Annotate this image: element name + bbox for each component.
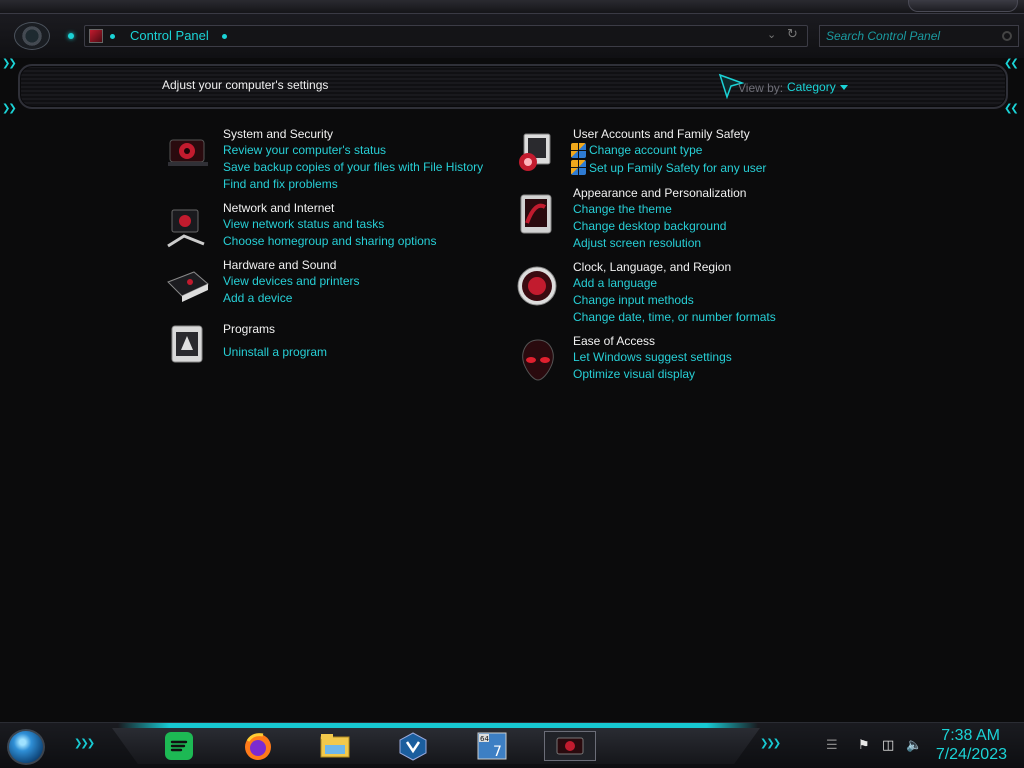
chevron-right-icon: ❯❯: [2, 58, 17, 69]
link-devices-printers[interactable]: View devices and printers: [223, 274, 360, 288]
category-title-network[interactable]: Network and Internet: [223, 201, 334, 215]
taskbar-chevron-icon: ❯❯❯: [760, 738, 781, 749]
link-network-status[interactable]: View network status and tasks: [223, 217, 384, 231]
badge-64: 64: [480, 735, 489, 743]
taskbar-chevron-icon: ❯❯❯: [74, 738, 95, 749]
link-desktop-background[interactable]: Change desktop background: [573, 219, 726, 233]
view-by-label: View by:: [738, 81, 784, 95]
control-panel-taskbar-button[interactable]: [544, 731, 596, 761]
address-row: Control Panel ⌄ ↻ Search Control Panel: [0, 14, 1024, 58]
ease-of-access-icon[interactable]: [516, 338, 560, 382]
link-file-history[interactable]: Save backup copies of your files with Fi…: [223, 160, 483, 174]
show-hidden-icons-icon[interactable]: ☰: [826, 738, 838, 753]
chevron-down-icon[interactable]: ⌄: [767, 28, 776, 41]
taskbar-center-plate: [112, 728, 760, 764]
category-title-programs[interactable]: Programs: [223, 322, 275, 336]
taskbar-glow: [118, 723, 758, 728]
caption-buttons[interactable]: [908, 0, 1018, 12]
file-explorer-icon[interactable]: [318, 731, 352, 761]
view-by-dropdown[interactable]: Category: [787, 80, 836, 94]
chevron-right-icon: ❯❯: [2, 103, 17, 114]
link-screen-resolution[interactable]: Adjust screen resolution: [573, 236, 701, 250]
back-forward-orb[interactable]: [14, 22, 50, 50]
badge-7: 7: [493, 744, 502, 760]
title-strip: [0, 0, 1024, 14]
link-change-account-type[interactable]: Change account type: [589, 143, 702, 157]
clock-region-icon[interactable]: [515, 264, 559, 308]
category-title-hardware[interactable]: Hardware and Sound: [223, 258, 336, 272]
caret-down-icon[interactable]: [840, 85, 848, 90]
link-input-methods[interactable]: Change input methods: [573, 293, 694, 307]
search-input[interactable]: Search Control Panel: [819, 25, 1019, 47]
network-icon[interactable]: [164, 206, 208, 250]
link-fix-problems[interactable]: Find and fix problems: [223, 177, 338, 191]
clock-time[interactable]: 7:38 AM: [930, 727, 1000, 745]
clock-date[interactable]: 7/24/2023: [925, 746, 1007, 764]
spotify-icon[interactable]: [162, 731, 196, 761]
user-accounts-icon[interactable]: [514, 132, 558, 176]
virtualbox-icon[interactable]: [396, 731, 430, 761]
nav-dot-icon: [68, 33, 74, 39]
category-title-ease-of-access[interactable]: Ease of Access: [573, 334, 655, 348]
firefox-icon[interactable]: [241, 731, 275, 761]
flag-icon[interactable]: ⚑: [858, 738, 870, 753]
link-uninstall[interactable]: Uninstall a program: [223, 345, 327, 359]
link-family-safety[interactable]: Set up Family Safety for any user: [589, 161, 766, 175]
link-homegroup[interactable]: Choose homegroup and sharing options: [223, 234, 436, 248]
breadcrumb-dot-icon: [110, 34, 115, 39]
chevron-left-icon: ❮❮: [1004, 58, 1019, 69]
volume-icon[interactable]: 🔈: [906, 738, 922, 753]
network-tray-icon[interactable]: ◫: [882, 738, 894, 753]
refresh-icon[interactable]: ↻: [787, 27, 798, 42]
appearance-icon[interactable]: [515, 193, 559, 237]
uac-shield-icon: [571, 143, 586, 158]
programs-icon[interactable]: [166, 322, 210, 366]
hardware-icon[interactable]: [166, 264, 210, 308]
search-icon[interactable]: [1002, 31, 1012, 41]
category-title-appearance[interactable]: Appearance and Personalization: [573, 186, 746, 200]
control-panel-small-icon: [89, 29, 103, 43]
windows7-64-icon[interactable]: 64 7: [475, 731, 509, 761]
category-title-user-accounts[interactable]: User Accounts and Family Safety: [573, 127, 750, 141]
address-bar[interactable]: Control Panel ⌄ ↻: [84, 25, 808, 47]
uac-shield-icon: [571, 160, 586, 175]
category-title-clock-region[interactable]: Clock, Language, and Region: [573, 260, 731, 274]
page-title: Adjust your computer's settings: [162, 78, 329, 92]
search-placeholder: Search Control Panel: [826, 29, 941, 43]
link-date-time-formats[interactable]: Change date, time, or number formats: [573, 310, 776, 324]
system-security-icon[interactable]: [166, 130, 210, 174]
start-button[interactable]: [7, 729, 45, 765]
link-change-theme[interactable]: Change the theme: [573, 202, 672, 216]
category-title-system-security[interactable]: System and Security: [223, 127, 333, 141]
breadcrumb-dot-icon: [222, 34, 227, 39]
link-visual-display[interactable]: Optimize visual display: [573, 367, 695, 381]
chevron-left-icon: ❮❮: [1004, 103, 1019, 114]
link-add-language[interactable]: Add a language: [573, 276, 657, 290]
link-windows-suggest[interactable]: Let Windows suggest settings: [573, 350, 732, 364]
link-review-status[interactable]: Review your computer's status: [223, 143, 386, 157]
breadcrumb[interactable]: Control Panel: [130, 28, 209, 43]
link-add-device[interactable]: Add a device: [223, 291, 292, 305]
